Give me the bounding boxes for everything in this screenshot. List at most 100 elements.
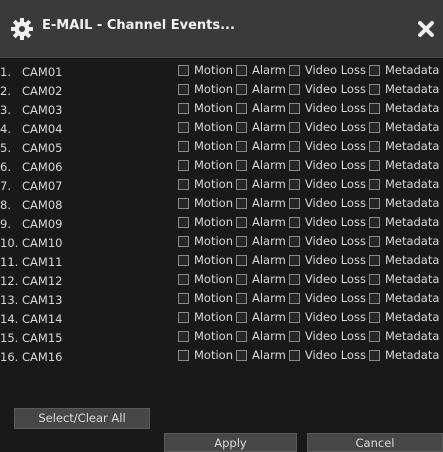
checkbox[interactable] bbox=[288, 255, 300, 266]
event-option-motion[interactable]: Motion bbox=[178, 234, 233, 248]
event-option-metadata[interactable]: Metadata bbox=[368, 82, 439, 96]
checkbox[interactable] bbox=[236, 65, 247, 76]
checkbox[interactable] bbox=[288, 217, 300, 228]
checkbox[interactable] bbox=[178, 179, 189, 190]
checkbox[interactable] bbox=[236, 103, 247, 114]
checkbox[interactable] bbox=[178, 255, 189, 266]
checkbox[interactable] bbox=[368, 274, 380, 285]
event-option-metadata[interactable]: Metadata bbox=[368, 215, 439, 229]
event-option-video-loss[interactable]: Video Loss bbox=[288, 177, 366, 191]
event-option-motion[interactable]: Motion bbox=[178, 158, 233, 172]
event-option-metadata[interactable]: Metadata bbox=[368, 139, 439, 153]
checkbox[interactable] bbox=[368, 293, 380, 304]
checkbox[interactable] bbox=[288, 293, 300, 304]
event-option-alarm[interactable]: Alarm bbox=[236, 310, 286, 324]
event-option-metadata[interactable]: Metadata bbox=[368, 310, 439, 324]
event-option-metadata[interactable]: Metadata bbox=[368, 63, 439, 77]
event-option-metadata[interactable]: Metadata bbox=[368, 348, 439, 362]
checkbox[interactable] bbox=[368, 103, 380, 114]
event-option-metadata[interactable]: Metadata bbox=[368, 234, 439, 248]
checkbox[interactable] bbox=[178, 293, 189, 304]
event-option-alarm[interactable]: Alarm bbox=[236, 101, 286, 115]
checkbox[interactable] bbox=[368, 331, 380, 342]
checkbox[interactable] bbox=[236, 198, 247, 209]
event-option-metadata[interactable]: Metadata bbox=[368, 329, 439, 343]
event-option-alarm[interactable]: Alarm bbox=[236, 63, 286, 77]
checkbox[interactable] bbox=[288, 141, 300, 152]
event-option-video-loss[interactable]: Video Loss bbox=[288, 329, 366, 343]
checkbox[interactable] bbox=[288, 84, 300, 95]
checkbox[interactable] bbox=[288, 103, 300, 114]
checkbox[interactable] bbox=[368, 141, 380, 152]
checkbox[interactable] bbox=[178, 103, 189, 114]
event-option-motion[interactable]: Motion bbox=[178, 139, 233, 153]
event-option-motion[interactable]: Motion bbox=[178, 120, 233, 134]
checkbox[interactable] bbox=[368, 236, 380, 247]
event-option-motion[interactable]: Motion bbox=[178, 101, 233, 115]
event-option-motion[interactable]: Motion bbox=[178, 196, 233, 210]
event-option-video-loss[interactable]: Video Loss bbox=[288, 291, 366, 305]
event-option-alarm[interactable]: Alarm bbox=[236, 234, 286, 248]
checkbox[interactable] bbox=[236, 331, 247, 342]
event-option-metadata[interactable]: Metadata bbox=[368, 272, 439, 286]
event-option-metadata[interactable]: Metadata bbox=[368, 101, 439, 115]
checkbox[interactable] bbox=[288, 179, 300, 190]
checkbox[interactable] bbox=[368, 122, 380, 133]
checkbox[interactable] bbox=[368, 198, 380, 209]
event-option-alarm[interactable]: Alarm bbox=[236, 196, 286, 210]
checkbox[interactable] bbox=[178, 217, 189, 228]
event-option-motion[interactable]: Motion bbox=[178, 177, 233, 191]
checkbox[interactable] bbox=[236, 122, 247, 133]
checkbox[interactable] bbox=[368, 217, 380, 228]
event-option-alarm[interactable]: Alarm bbox=[236, 82, 286, 96]
event-option-alarm[interactable]: Alarm bbox=[236, 177, 286, 191]
event-option-metadata[interactable]: Metadata bbox=[368, 177, 439, 191]
checkbox[interactable] bbox=[288, 274, 300, 285]
event-option-video-loss[interactable]: Video Loss bbox=[288, 215, 366, 229]
event-option-video-loss[interactable]: Video Loss bbox=[288, 253, 366, 267]
checkbox[interactable] bbox=[236, 84, 247, 95]
event-option-alarm[interactable]: Alarm bbox=[236, 253, 286, 267]
event-option-video-loss[interactable]: Video Loss bbox=[288, 101, 366, 115]
event-option-motion[interactable]: Motion bbox=[178, 348, 233, 362]
event-option-motion[interactable]: Motion bbox=[178, 329, 233, 343]
checkbox[interactable] bbox=[368, 312, 380, 323]
event-option-motion[interactable]: Motion bbox=[178, 272, 233, 286]
checkbox[interactable] bbox=[178, 141, 189, 152]
checkbox[interactable] bbox=[178, 65, 189, 76]
checkbox[interactable] bbox=[368, 65, 380, 76]
checkbox[interactable] bbox=[178, 350, 189, 361]
checkbox[interactable] bbox=[368, 179, 380, 190]
checkbox[interactable] bbox=[236, 160, 247, 171]
checkbox[interactable] bbox=[288, 122, 300, 133]
checkbox[interactable] bbox=[236, 236, 247, 247]
checkbox[interactable] bbox=[368, 350, 380, 361]
checkbox[interactable] bbox=[236, 293, 247, 304]
event-option-alarm[interactable]: Alarm bbox=[236, 158, 286, 172]
event-option-alarm[interactable]: Alarm bbox=[236, 215, 286, 229]
event-option-alarm[interactable]: Alarm bbox=[236, 120, 286, 134]
checkbox[interactable] bbox=[288, 65, 300, 76]
checkbox[interactable] bbox=[178, 84, 189, 95]
checkbox[interactable] bbox=[288, 331, 300, 342]
event-option-metadata[interactable]: Metadata bbox=[368, 196, 439, 210]
apply-button[interactable]: Apply bbox=[164, 433, 297, 452]
checkbox[interactable] bbox=[178, 274, 189, 285]
event-option-motion[interactable]: Motion bbox=[178, 63, 233, 77]
checkbox[interactable] bbox=[236, 141, 247, 152]
checkbox[interactable] bbox=[288, 198, 300, 209]
select-clear-all-button[interactable]: Select/Clear All bbox=[14, 408, 150, 429]
close-icon[interactable] bbox=[417, 20, 435, 38]
checkbox[interactable] bbox=[178, 331, 189, 342]
checkbox[interactable] bbox=[236, 255, 247, 266]
checkbox[interactable] bbox=[288, 312, 300, 323]
event-option-video-loss[interactable]: Video Loss bbox=[288, 139, 366, 153]
event-option-metadata[interactable]: Metadata bbox=[368, 120, 439, 134]
checkbox[interactable] bbox=[236, 179, 247, 190]
event-option-alarm[interactable]: Alarm bbox=[236, 272, 286, 286]
event-option-alarm[interactable]: Alarm bbox=[236, 291, 286, 305]
checkbox[interactable] bbox=[368, 160, 380, 171]
checkbox[interactable] bbox=[178, 160, 189, 171]
checkbox[interactable] bbox=[236, 274, 247, 285]
checkbox[interactable] bbox=[178, 198, 189, 209]
